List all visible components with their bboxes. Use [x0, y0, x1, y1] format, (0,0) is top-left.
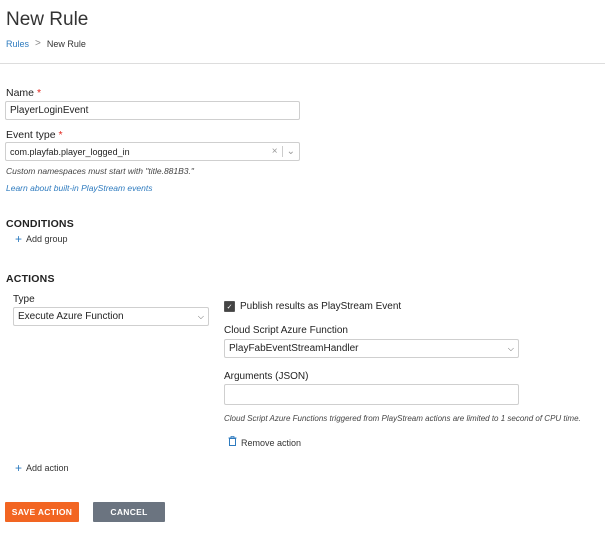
clear-icon[interactable]: ×: [272, 146, 278, 157]
plus-icon: +: [15, 232, 23, 246]
remove-action-button[interactable]: Remove action: [228, 436, 301, 449]
chevron-down-icon[interactable]: ⌄: [287, 146, 295, 157]
select-separator: [281, 146, 283, 157]
chevron-down-icon: ⌵: [507, 343, 514, 353]
breadcrumb-current: New Rule: [46, 38, 86, 49]
cancel-button[interactable]: CANCEL: [93, 502, 165, 522]
learn-playstream-events-link[interactable]: Learn about built-in PlayStream events: [6, 183, 152, 193]
action-type-select[interactable]: Execute Azure Function ⌵: [13, 307, 209, 326]
arguments-input[interactable]: [224, 384, 519, 405]
cs-function-select[interactable]: PlayFabEventStreamHandler ⌵: [224, 339, 519, 358]
event-type-label: Event type *: [6, 129, 63, 141]
required-mark: *: [58, 129, 63, 141]
publish-checkbox[interactable]: ✓: [224, 301, 235, 312]
chevron-down-icon: ⌵: [197, 311, 204, 321]
arguments-label: Arguments (JSON): [224, 371, 309, 382]
required-mark: *: [36, 87, 42, 99]
cpu-limit-note: Cloud Script Azure Functions triggered f…: [224, 414, 581, 423]
conditions-heading: CONDITIONS: [6, 218, 74, 230]
breadcrumb-rules-link[interactable]: Rules: [6, 39, 29, 49]
remove-action-label: Remove action: [241, 437, 302, 448]
trash-icon: [228, 436, 237, 449]
add-action-button[interactable]: + Add action: [15, 461, 69, 475]
plus-icon: +: [15, 461, 23, 475]
breadcrumb: Rules > New Rule: [6, 38, 86, 49]
event-type-select[interactable]: com.playfab.player_logged_in × ⌄: [5, 142, 300, 161]
name-input[interactable]: PlayerLoginEvent: [5, 101, 300, 120]
add-group-button[interactable]: + Add group: [15, 232, 68, 246]
name-input-value: PlayerLoginEvent: [10, 105, 89, 116]
publish-label: Publish results as PlayStream Event: [240, 301, 402, 312]
breadcrumb-separator: >: [35, 38, 41, 49]
add-group-label: Add group: [26, 234, 68, 244]
name-label: Name *: [6, 87, 41, 99]
save-action-button[interactable]: SAVE ACTION: [5, 502, 79, 522]
trash-icon-svg: [228, 436, 237, 446]
actions-heading: ACTIONS: [6, 273, 55, 285]
header-divider: [0, 63, 605, 64]
event-type-label-text: Event type: [6, 129, 56, 141]
type-label: Type: [13, 294, 35, 305]
cs-function-label: Cloud Script Azure Function: [224, 325, 348, 336]
name-label-text: Name: [6, 87, 35, 99]
publish-playstream-row[interactable]: ✓ Publish results as PlayStream Event: [224, 301, 401, 312]
event-type-value: com.playfab.player_logged_in: [10, 146, 130, 157]
event-type-tools: × ⌄: [272, 146, 295, 157]
add-action-label: Add action: [26, 463, 69, 473]
action-type-value: Execute Azure Function: [18, 311, 124, 322]
cs-function-value: PlayFabEventStreamHandler: [229, 343, 359, 354]
page-title: New Rule: [6, 9, 89, 30]
namespace-hint: Custom namespaces must start with "title…: [6, 166, 194, 176]
